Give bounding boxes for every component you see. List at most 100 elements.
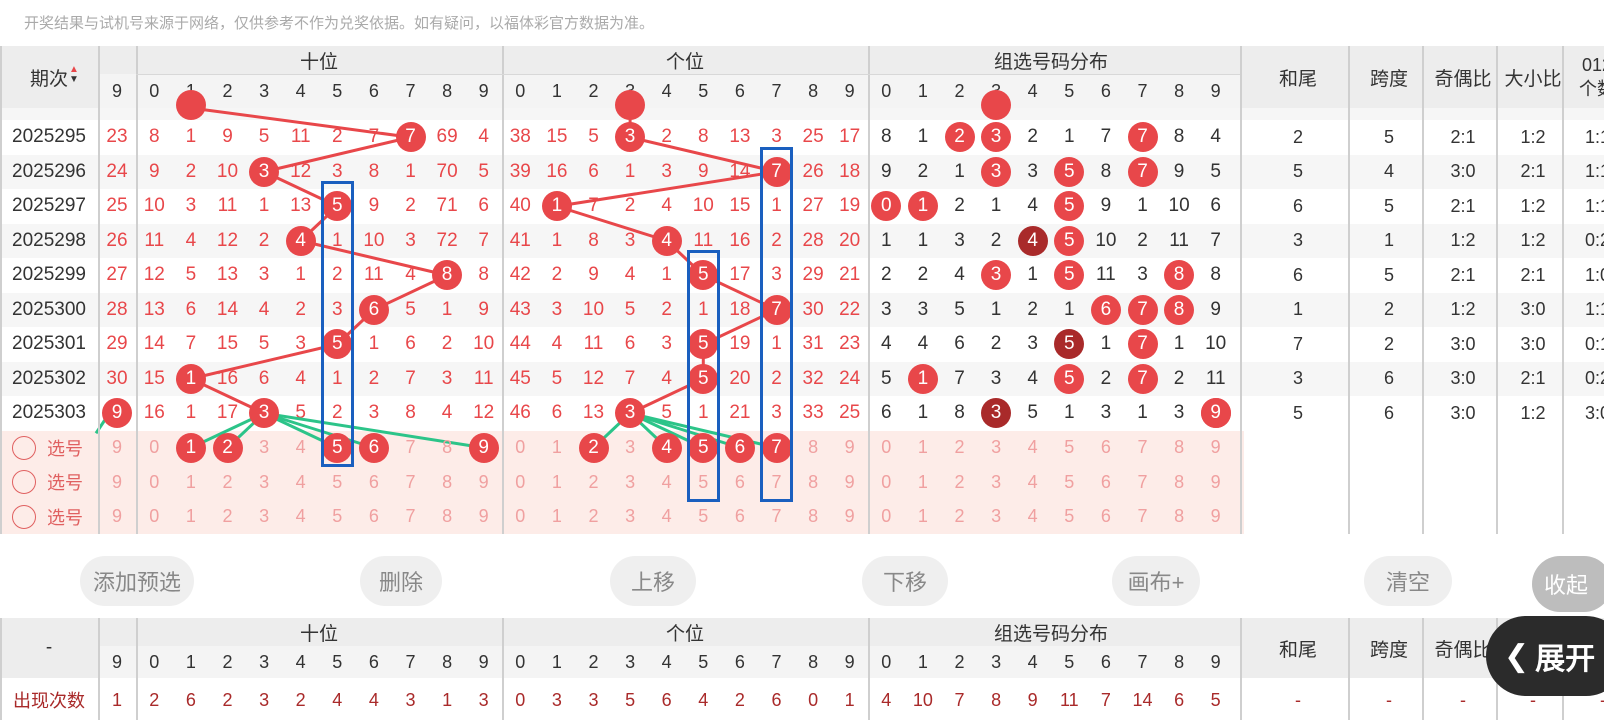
digit-header: 8 [808,80,819,101]
shi-cell: 9 [149,160,160,182]
select-digit: 1 [185,506,196,527]
count-cell: 6 [661,689,672,710]
shi-cell: 7 [405,367,416,389]
grid-line [98,46,100,534]
qiou-cell: 3:0 [1450,161,1476,182]
shi-cell: 71 [436,195,458,217]
hewei-cell: 3 [1292,368,1303,389]
footer-grid-line [136,618,138,720]
footer-digit-header: 1 [185,651,196,672]
clear-button[interactable]: 清空 [1364,556,1452,606]
select-digit: 4 [1027,437,1038,458]
hewei-cell: 5 [1292,161,1303,182]
ge-cell: 6 [624,333,636,355]
footer-digit-header: 7 [1137,651,1148,672]
grid-line [0,46,2,534]
grid-line [1422,46,1424,534]
shi-cell: 15 [216,333,239,355]
shi-cell: 13 [290,195,312,217]
shi-cell: 11 [290,126,311,148]
daxiao-cell: 3:0 [1520,299,1546,320]
hewei-cell: 2 [1292,126,1303,147]
select-digit: 6 [1100,506,1111,527]
footer-grid-line [0,618,2,720]
canvas-button[interactable]: 画布+ [1112,556,1200,606]
select-digit: 2 [954,471,965,492]
draw-ball: 1 [907,363,938,394]
header-divider [136,74,1240,75]
zu-cell: 3 [881,298,892,320]
shi-cell: 3 [368,402,380,424]
footer-digit-header: 1 [917,651,928,672]
delete-button[interactable]: 删除 [360,556,442,606]
select-radio[interactable] [12,504,36,529]
zu-cell: 2 [1027,298,1038,320]
footer-grid-line [1348,618,1350,720]
hewei-cell: 7 [1292,333,1303,354]
ge-cell: 24 [839,367,861,389]
shi-cell: 8 [368,160,380,182]
misc-cell: 24 [106,160,128,182]
footer-digit-header: 0 [149,651,160,672]
shi-cell: 10 [473,333,495,355]
draw-ball: 7 [1127,294,1158,325]
zu-cell: 1 [881,229,892,251]
digit-header: 4 [1027,80,1038,101]
ge-cell: 38 [509,126,531,148]
shi-cell: 5 [295,402,306,424]
shi-cell: 11 [144,229,165,251]
ge-cell: 45 [509,367,531,389]
digit-header: 1 [551,80,562,101]
footer-digit-header: 4 [295,651,306,672]
select-radio[interactable] [12,470,36,494]
ge-cell: 18 [729,298,751,320]
zu-cell: 3 [1100,402,1112,424]
shi-cell: 8 [478,264,489,286]
draw-ball: 5 [1054,156,1085,187]
draw-ball: 5 [1054,225,1085,256]
digit-header: 7 [1137,80,1148,101]
expand-button[interactable]: ❮ 展开 [1486,616,1604,696]
select-digit: 2 [588,506,599,527]
partial-row-bg [0,108,1604,120]
period-cell: 2025301 [12,333,86,355]
select-digit: 8 [1174,471,1185,492]
ge-cell: 9 [698,160,709,182]
hewei-cell: 6 [1292,195,1303,216]
select-digit: 3 [625,506,636,527]
lu-cell: 1:0:2 [1584,264,1604,285]
shi-cell: 4 [295,367,306,389]
hewei-header: 和尾 [1278,68,1317,90]
zu-cell: 4 [917,333,929,355]
select-digit: 4 [295,471,306,492]
shi-cell: 4 [441,402,453,424]
footer-digit-header: 9 [1210,651,1221,672]
footer-grid-line [98,618,100,720]
period-cell: 2025299 [12,264,86,286]
ge-cell: 44 [509,333,531,355]
footer-digit-header: 9 [478,651,489,672]
lu-cell: 0:2:1 [1584,230,1604,251]
down-button[interactable]: 下移 [862,556,948,606]
zu-cell: 4 [954,264,965,286]
footer-digit-header: 3 [259,651,270,672]
shi-cell: 15 [143,367,165,389]
footer-digit-header: 4 [661,651,672,672]
ge-cell: 9 [588,264,599,286]
draw-ball: 2 [944,122,975,153]
select-digit: 9 [1210,471,1221,492]
up-button[interactable]: 上移 [610,556,696,606]
collapse-button[interactable]: 收起 [1532,556,1604,612]
disclaimer-notice: 开奖结果与试机号来源于网络，仅供参考不作为兑奖依据。如有疑问，以福体彩官方数据为… [24,15,655,32]
daxiao-cell: 2:1 [1520,161,1546,182]
ge-cell: 39 [509,160,531,182]
select-digit: 1 [917,506,928,527]
shi-cell: 10 [363,229,385,251]
select-digit: 8 [1174,437,1185,458]
ge-cell: 12 [582,367,605,389]
zu-cell: 1 [1173,333,1185,355]
select-radio[interactable] [12,435,36,460]
add-button[interactable]: 添加预选 [80,556,194,606]
count-cell: 6 [771,689,782,710]
sort-icon[interactable]: ▲ ▼ [68,60,80,90]
